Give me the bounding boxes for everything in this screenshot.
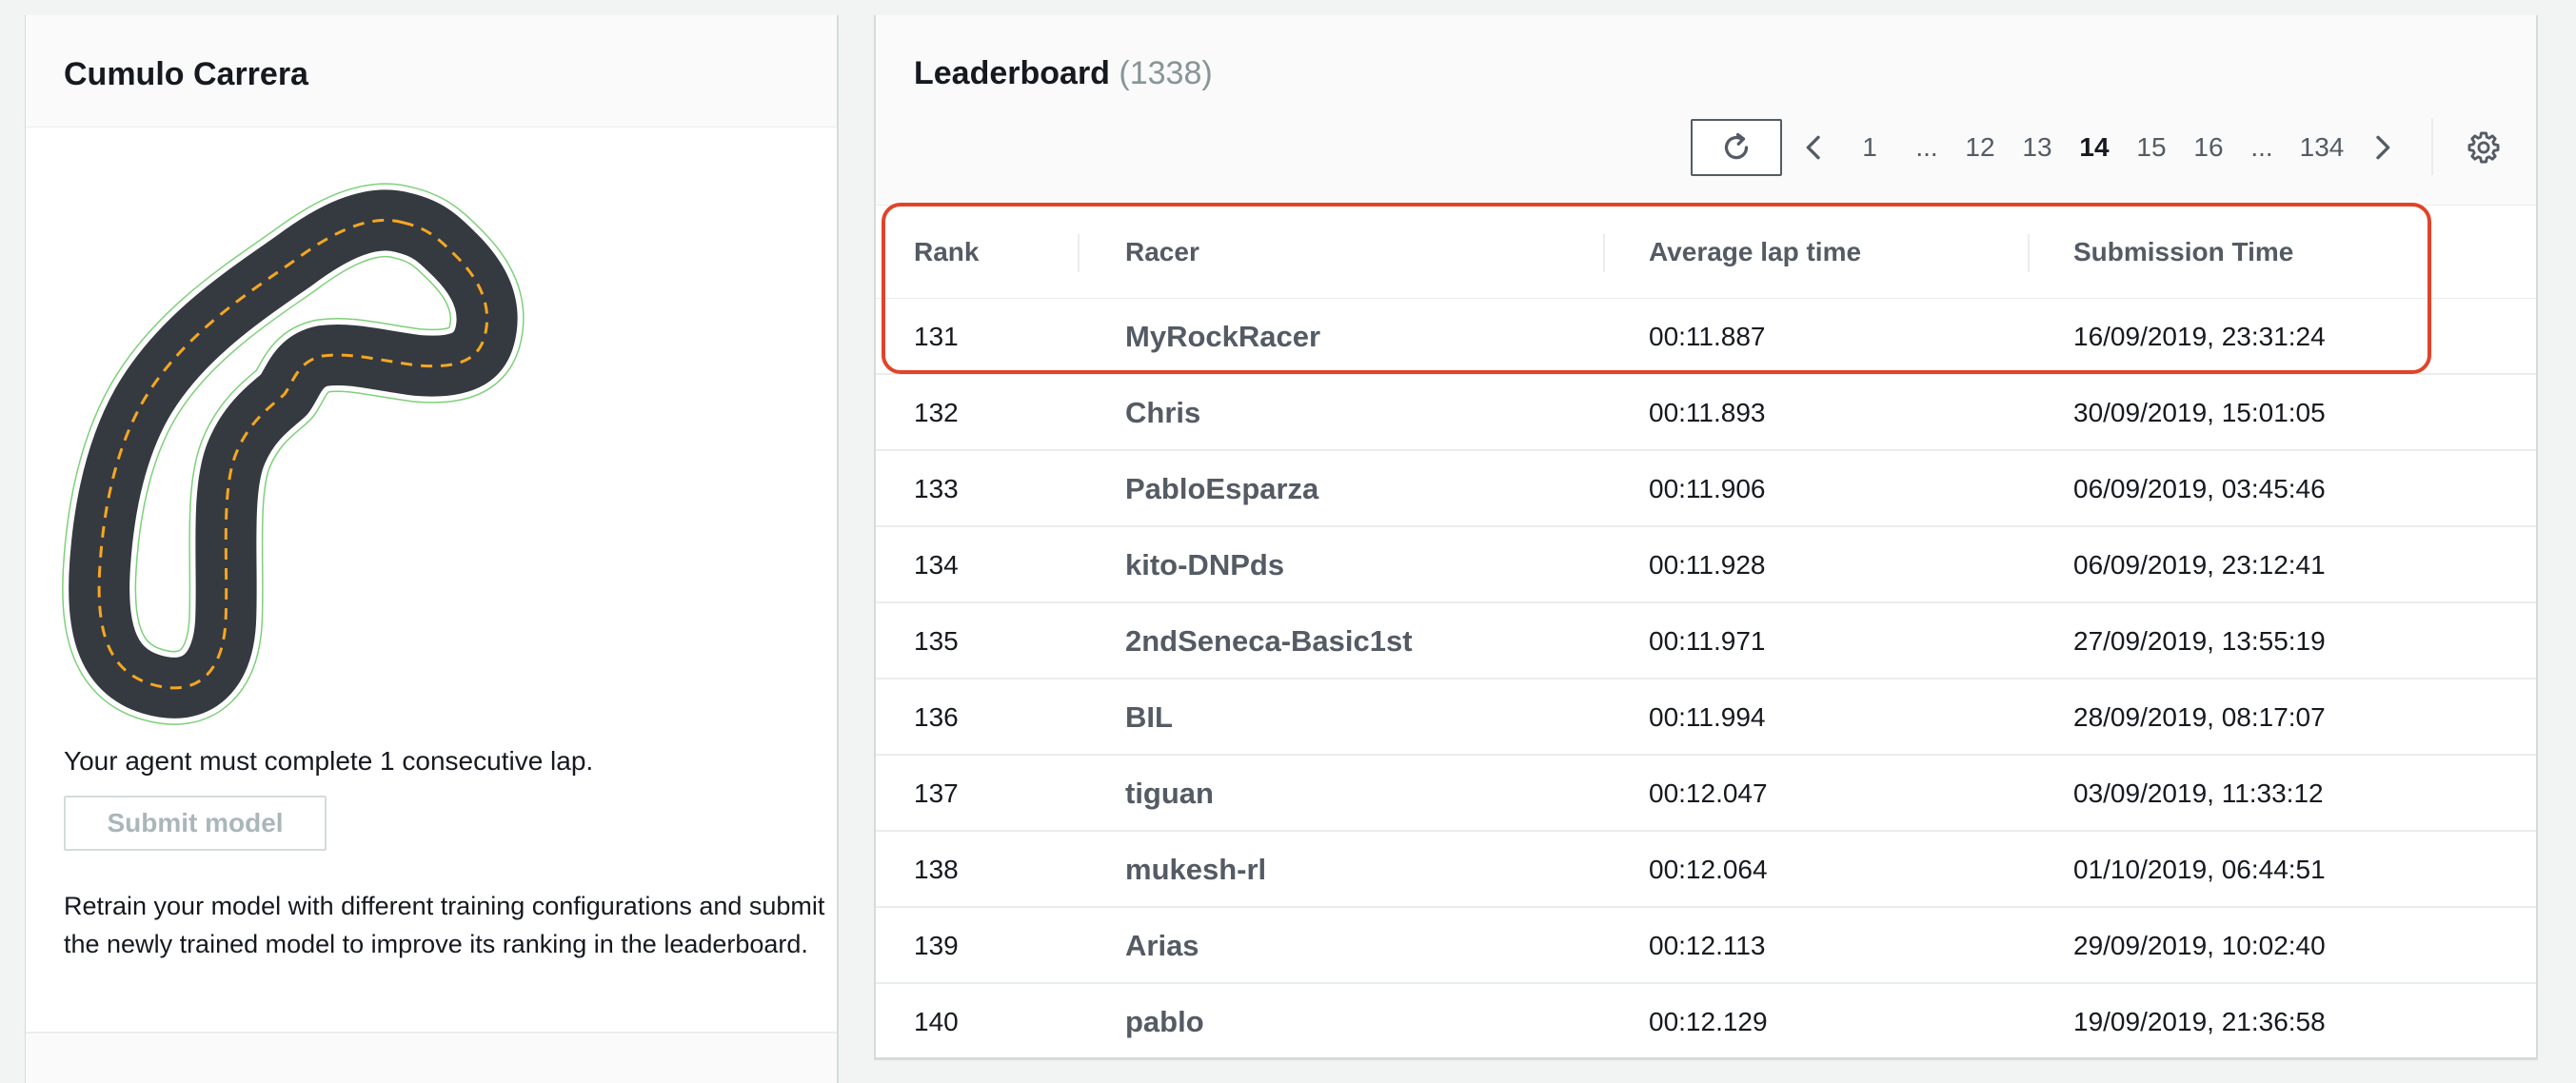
racer-cell: mukesh-rl: [1125, 853, 1267, 886]
racer-cell: MyRockRacer: [1125, 320, 1321, 353]
table-row[interactable]: 137 tiguan 00:12.047 03/09/2019, 11:33:1…: [876, 756, 2536, 832]
page-1[interactable]: 1: [1853, 119, 1887, 176]
submission-time-cell: 29/09/2019, 10:02:40: [2073, 931, 2326, 960]
table-row[interactable]: 134 kito-DNPds 00:11.928 06/09/2019, 23:…: [876, 527, 2536, 603]
column-divider[interactable]: [1078, 234, 1080, 272]
page-13[interactable]: 13: [2016, 119, 2058, 176]
racer-cell: PabloEsparza: [1125, 472, 1319, 505]
table-row[interactable]: 133 PabloEsparza 00:11.906 06/09/2019, 0…: [876, 451, 2536, 527]
lap-time-cell: 00:11.928: [1649, 550, 1766, 580]
lap-time-cell: 00:11.893: [1649, 398, 1766, 427]
submission-time-cell: 19/09/2019, 21:36:58: [2073, 1007, 2326, 1036]
leaderboard-title-text: Leaderboard: [914, 55, 1110, 91]
racer-cell: 2ndSeneca-Basic1st: [1125, 624, 1413, 658]
leaderboard-count: (1338): [1119, 55, 1213, 91]
rank-cell: 139: [914, 931, 959, 960]
page-15[interactable]: 15: [2130, 119, 2172, 176]
leaderboard-header: Leaderboard (1338) 1 ... 12 13 14 15 16 …: [876, 15, 2536, 206]
chevron-left-icon[interactable]: [1799, 132, 1830, 163]
submission-time-cell: 16/09/2019, 23:31:24: [2073, 322, 2326, 351]
lap-time-cell: 00:12.113: [1649, 931, 1766, 960]
lap-time-cell: 00:11.971: [1649, 626, 1766, 656]
track-title: Cumulo Carrera: [64, 56, 308, 92]
header-divider: [2431, 118, 2433, 175]
leaderboard-title: Leaderboard (1338): [914, 55, 1213, 92]
rank-cell: 131: [914, 322, 959, 351]
track-details-panel: Cumulo Carrera Your agent must complete …: [25, 15, 839, 1083]
table-header: Rank Racer Average lap time Submission T…: [876, 206, 2536, 299]
submission-time-cell: 06/09/2019, 03:45:46: [2073, 474, 2326, 503]
racer-cell: BIL: [1125, 700, 1173, 734]
racer-cell: tiguan: [1125, 777, 1214, 810]
rank-cell: 134: [914, 550, 959, 580]
chevron-right-icon[interactable]: [2367, 132, 2397, 163]
refresh-icon: [1724, 132, 1749, 160]
page-14-current[interactable]: 14: [2073, 119, 2115, 176]
submission-time-cell: 27/09/2019, 13:55:19: [2073, 626, 2326, 656]
racer-cell: kito-DNPds: [1125, 548, 1285, 581]
submission-time-cell: 30/09/2019, 15:01:05: [2073, 398, 2326, 427]
track-map-image: [62, 183, 525, 725]
lap-time-cell: 00:11.994: [1649, 702, 1766, 732]
lap-requirement-text: Your agent must complete 1 consecutive l…: [64, 746, 594, 776]
table-row[interactable]: 139 Arias 00:12.113 29/09/2019, 10:02:40: [876, 908, 2536, 984]
table-row[interactable]: 140 pablo 00:12.129 19/09/2019, 21:36:58: [876, 984, 2536, 1060]
rank-cell: 133: [914, 474, 959, 503]
table-row[interactable]: 136 BIL 00:11.994 28/09/2019, 08:17:07: [876, 679, 2536, 756]
track-header: Cumulo Carrera: [26, 15, 837, 128]
leaderboard-table: Rank Racer Average lap time Submission T…: [876, 206, 2536, 1060]
table-row[interactable]: 131 MyRockRacer 00:11.887 16/09/2019, 23…: [876, 299, 2536, 375]
column-rank[interactable]: Rank: [914, 206, 979, 299]
rank-cell: 135: [914, 626, 959, 656]
column-divider[interactable]: [1603, 234, 1605, 272]
table-row[interactable]: 138 mukesh-rl 00:12.064 01/10/2019, 06:4…: [876, 832, 2536, 908]
lap-time-cell: 00:11.887: [1649, 322, 1766, 351]
rank-cell: 138: [914, 855, 959, 884]
rank-cell: 137: [914, 778, 959, 808]
lap-time-cell: 00:11.906: [1649, 474, 1766, 503]
column-submission-time[interactable]: Submission Time: [2073, 206, 2293, 299]
retrain-description: Retrain your model with different traini…: [64, 892, 825, 958]
racer-cell: pablo: [1125, 1005, 1204, 1038]
submission-time-cell: 03/09/2019, 11:33:12: [2073, 778, 2324, 808]
submission-time-cell: 01/10/2019, 06:44:51: [2073, 855, 2326, 884]
racer-cell: Chris: [1125, 396, 1201, 429]
lap-time-cell: 00:12.064: [1649, 855, 1768, 884]
leaderboard-panel: Leaderboard (1338) 1 ... 12 13 14 15 16 …: [874, 15, 2538, 1060]
page-12[interactable]: 12: [1959, 119, 2001, 176]
racer-cell: Arias: [1125, 929, 1199, 962]
refresh-button[interactable]: [1691, 119, 1782, 176]
panel-footer: [26, 1034, 837, 1083]
gear-icon[interactable]: [2466, 129, 2502, 166]
rank-cell: 132: [914, 398, 959, 427]
submit-model-button[interactable]: Submit model: [64, 796, 327, 851]
page-ellipsis-start: ...: [1915, 132, 1938, 162]
column-divider[interactable]: [2028, 234, 2030, 272]
rank-cell: 136: [914, 702, 959, 732]
lap-time-cell: 00:12.047: [1649, 778, 1768, 808]
table-row[interactable]: 135 2ndSeneca-Basic1st 00:11.971 27/09/2…: [876, 603, 2536, 679]
submission-time-cell: 06/09/2019, 23:12:41: [2073, 550, 2326, 580]
column-racer[interactable]: Racer: [1125, 206, 1199, 299]
table-row[interactable]: 132 Chris 00:11.893 30/09/2019, 15:01:05: [876, 375, 2536, 451]
column-average-lap-time[interactable]: Average lap time: [1649, 206, 1861, 299]
lap-time-cell: 00:12.129: [1649, 1007, 1768, 1036]
page-ellipsis-end: ...: [2250, 132, 2273, 162]
page-134[interactable]: 134: [2294, 119, 2349, 176]
submission-time-cell: 28/09/2019, 08:17:07: [2073, 702, 2326, 732]
rank-cell: 140: [914, 1007, 959, 1036]
page-16[interactable]: 16: [2188, 119, 2229, 176]
